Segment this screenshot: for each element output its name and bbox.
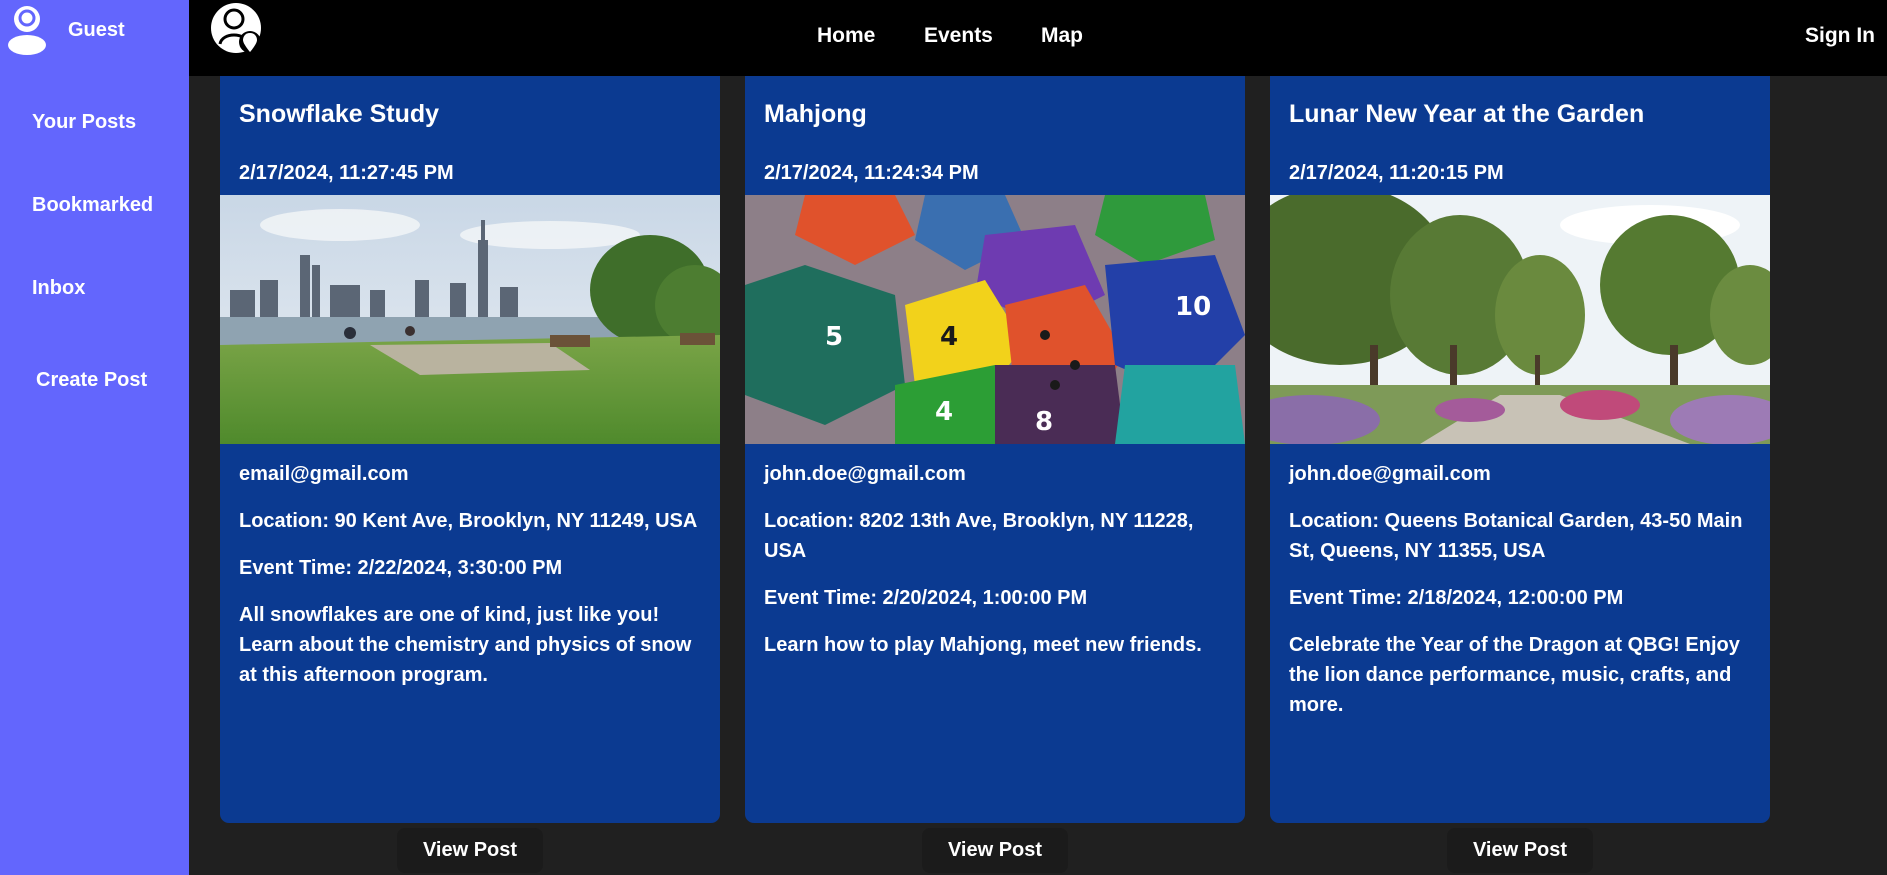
svg-text:10: 10 [1175, 292, 1211, 322]
post-author: john.doe@gmail.com [1289, 463, 1491, 485]
post-title: Lunar New Year at the Garden [1289, 100, 1645, 128]
post-location: Location: Queens Botanical Garden, 43-50… [1289, 510, 1743, 562]
view-post-button[interactable]: View Post [922, 828, 1068, 873]
sidebar-item-inbox[interactable]: Inbox [32, 277, 85, 300]
guest-label: Guest [68, 18, 125, 41]
view-post-button[interactable]: View Post [397, 828, 543, 873]
post-date: 2/17/2024, 11:27:45 PM [239, 162, 454, 184]
post-image: 5 4 10 8 4 [745, 195, 1245, 444]
post-author: john.doe@gmail.com [764, 463, 966, 485]
svg-text:4: 4 [935, 397, 953, 427]
post-location: Location: 90 Kent Ave, Brooklyn, NY 1124… [239, 510, 698, 532]
svg-text:5: 5 [825, 322, 843, 352]
post-event-time: Event Time: 2/18/2024, 12:00:00 PM [1289, 587, 1624, 609]
post-date: 2/17/2024, 11:20:15 PM [1289, 162, 1504, 184]
post-event-time: Event Time: 2/22/2024, 3:30:00 PM [239, 557, 563, 579]
post-details: john.doe@gmail.com Location: 8202 13th A… [764, 459, 1232, 677]
post-title: Snowflake Study [239, 100, 440, 128]
sign-in-link[interactable]: Sign In [1805, 24, 1875, 48]
top-navigation-bar: Home Events Map Sign In [189, 0, 1887, 76]
svg-text:4: 4 [940, 322, 958, 352]
botanical-garden-photo-icon [1270, 195, 1770, 444]
post-image [220, 195, 720, 444]
post-event-time: Event Time: 2/20/2024, 1:00:00 PM [764, 587, 1088, 609]
post-card: Lunar New Year at the Garden 2/17/2024, … [1270, 76, 1770, 823]
view-post-button[interactable]: View Post [1447, 828, 1593, 873]
post-description: All snowflakes are one of kind, just lik… [239, 604, 692, 686]
nav-events[interactable]: Events [924, 24, 993, 48]
colorful-dice-photo-icon: 5 4 10 8 4 [745, 195, 1245, 444]
guest-profile[interactable]: Guest [8, 4, 125, 56]
sidebar-item-create-post[interactable]: Create Post [36, 369, 147, 392]
svg-text:8: 8 [1035, 407, 1053, 437]
nav-home[interactable]: Home [817, 24, 875, 48]
post-card: Snowflake Study 2/17/2024, 11:27:45 PM e… [220, 76, 720, 823]
post-description: Celebrate the Year of the Dragon at QBG!… [1289, 634, 1740, 716]
post-card: Mahjong 2/17/2024, 11:24:34 PM 5 4 10 8 … [745, 76, 1245, 823]
sidebar: Guest Your Posts Bookmarked Inbox Create… [0, 0, 189, 875]
post-location: Location: 8202 13th Ave, Brooklyn, NY 11… [764, 510, 1194, 562]
post-details: john.doe@gmail.com Location: Queens Bota… [1289, 459, 1757, 737]
app-logo[interactable] [210, 2, 264, 58]
logo-icon [211, 3, 261, 53]
nav-map[interactable]: Map [1041, 24, 1083, 48]
sidebar-item-bookmarked[interactable]: Bookmarked [32, 194, 153, 217]
sidebar-item-your-posts[interactable]: Your Posts [32, 111, 136, 134]
post-date: 2/17/2024, 11:24:34 PM [764, 162, 979, 184]
post-details: email@gmail.com Location: 90 Kent Ave, B… [239, 459, 707, 707]
post-description: Learn how to play Mahjong, meet new frie… [764, 634, 1202, 656]
post-author: email@gmail.com [239, 463, 409, 485]
user-avatar-icon [8, 6, 46, 55]
post-image [1270, 195, 1770, 444]
post-title: Mahjong [764, 100, 867, 128]
waterfront-skyline-photo-icon [220, 195, 720, 444]
